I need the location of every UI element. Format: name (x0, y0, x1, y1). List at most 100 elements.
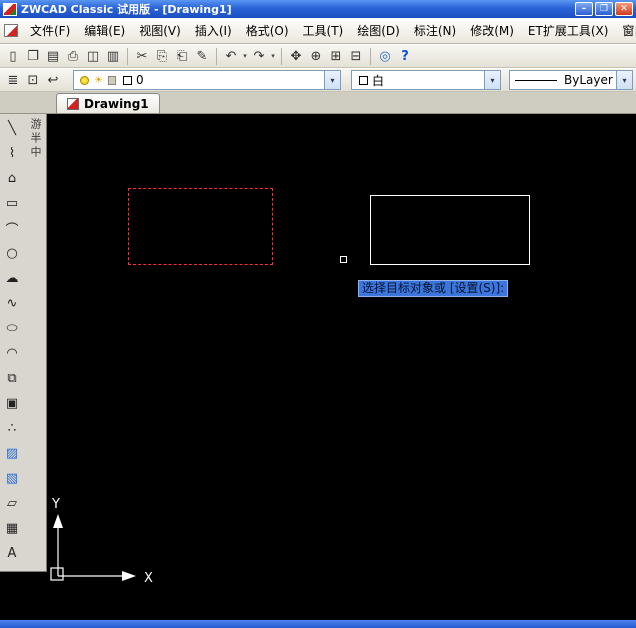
menu-insert[interactable]: 插入(I) (188, 19, 239, 42)
menu-bar: 文件(F) 编辑(E) 视图(V) 插入(I) 格式(O) 工具(T) 绘图(D… (0, 18, 636, 44)
redo-icon: ↷ (253, 48, 265, 64)
menu-dimension[interactable]: 标注(N) (407, 19, 463, 42)
minimize-button[interactable]: – (575, 2, 593, 16)
maximize-button[interactable]: ❐ (595, 2, 613, 16)
close-button[interactable]: ✕ (615, 2, 633, 16)
tab-drawing1[interactable]: Drawing1 (56, 93, 160, 113)
rectangle-button[interactable]: ▭ (1, 191, 23, 216)
zoom-previous-button[interactable]: ⊟ (346, 46, 366, 66)
selected-rectangle-object[interactable] (128, 188, 273, 265)
drawing-tab-bar: Drawing1 (0, 92, 636, 114)
linetype-dropdown-arrow[interactable]: ▾ (616, 71, 632, 89)
find-button[interactable]: ◎ (375, 46, 395, 66)
polyline-icon: ⌇ (8, 146, 16, 161)
menu-et-extended-tools[interactable]: ET扩展工具(X) (521, 19, 616, 42)
paste-button[interactable]: ⎗ (172, 46, 192, 66)
menu-modify[interactable]: 修改(M) (463, 19, 521, 42)
print-preview-icon: ◫ (86, 48, 100, 64)
circle-button[interactable]: ○ (1, 241, 23, 266)
undo-button[interactable]: ↶ (221, 46, 241, 66)
ucs-icon: Y X (50, 497, 153, 586)
insert-block-icon: ⧉ (7, 371, 17, 386)
undo-dropdown-arrow[interactable]: ▾ (241, 52, 249, 60)
layer-dropdown-arrow[interactable]: ▾ (324, 71, 340, 89)
line-button[interactable]: ╲ (1, 116, 23, 141)
menu-format[interactable]: 格式(O) (239, 19, 296, 42)
linetype-dropdown[interactable]: ByLayer ▾ (509, 70, 633, 90)
plot-button[interactable]: ⎙ (63, 46, 83, 66)
drawing-tab-icon (67, 97, 79, 110)
ucs-y-label: Y (51, 497, 60, 512)
zoom-realtime-button[interactable]: ⊕ (306, 46, 326, 66)
layer-previous-button[interactable]: ↩ (43, 70, 63, 90)
polygon-icon: ⌂ (7, 171, 17, 186)
new-file-button[interactable]: ▯ (3, 46, 23, 66)
paste-icon: ⎗ (176, 48, 188, 64)
zoom-realtime-icon: ⊕ (310, 48, 322, 64)
layer-states-button[interactable]: ⊡ (23, 70, 43, 90)
ellipse-button[interactable]: ⬭ (1, 316, 23, 341)
cut-button[interactable]: ✂ (132, 46, 152, 66)
ucs-x-label: X (144, 571, 153, 586)
help-button[interactable]: ? (395, 46, 415, 66)
current-color-swatch (359, 75, 368, 85)
layer-dropdown[interactable]: ☀ 0 ▾ (73, 70, 341, 90)
polygon-button[interactable]: ⌂ (1, 166, 23, 191)
menu-draw[interactable]: 绘图(D) (350, 19, 407, 42)
undo-icon: ↶ (225, 48, 237, 64)
arc-button[interactable]: ⌒ (1, 216, 23, 241)
docked-toolbar-strip: 游半中 (24, 114, 46, 571)
hatch-icon: ▨ (5, 446, 19, 461)
find-icon: ◎ (379, 48, 391, 64)
publish-icon: ▥ (106, 48, 120, 64)
layer-lock-icon (107, 75, 116, 85)
revcloud-button[interactable]: ☁ (1, 266, 23, 291)
linetype-preview-line (515, 79, 557, 81)
copy-icon: ⎘ (156, 48, 168, 64)
gradient-icon: ▧ (5, 471, 19, 486)
region-button[interactable]: ▱ (1, 491, 23, 516)
publish-button[interactable]: ▥ (103, 46, 123, 66)
redo-button[interactable]: ↷ (249, 46, 269, 66)
zoom-previous-icon: ⊟ (350, 48, 362, 64)
save-button[interactable]: ▤ (43, 46, 63, 66)
toolbar-separator (370, 47, 371, 65)
color-dropdown[interactable]: 白 ▾ (351, 70, 501, 90)
make-block-button[interactable]: ▣ (1, 391, 23, 416)
revcloud-icon: ☁ (5, 271, 19, 286)
region-icon: ▱ (7, 496, 17, 511)
insert-block-button[interactable]: ⧉ (1, 366, 23, 391)
menu-view[interactable]: 视图(V) (132, 19, 188, 42)
point-button[interactable]: ∴ (1, 416, 23, 441)
polyline-button[interactable]: ⌇ (1, 141, 23, 166)
hatch-button[interactable]: ▨ (1, 441, 23, 466)
layer-states-icon: ⊡ (27, 72, 39, 88)
menu-edit[interactable]: 编辑(E) (77, 19, 132, 42)
drawing-file-icon[interactable] (4, 24, 18, 37)
app-logo-icon[interactable] (3, 2, 17, 16)
spline-button[interactable]: ∿ (1, 291, 23, 316)
menu-tools[interactable]: 工具(T) (296, 19, 351, 42)
draw-toolbar: ╲ ⌇ ⌂ ▭ ⌒ ○ ☁ ∿ ⬭ ◠ ⧉ ▣ ∴ ▨ ▧ ▱ ▦ A 游半中 (0, 114, 47, 572)
menu-file[interactable]: 文件(F) (23, 19, 77, 42)
layer-freeze-icon: ☀ (94, 74, 103, 86)
gradient-button[interactable]: ▧ (1, 466, 23, 491)
print-preview-button[interactable]: ◫ (83, 46, 103, 66)
arc-icon: ⌒ (5, 223, 19, 238)
table-button[interactable]: ▦ (1, 516, 23, 541)
rectangle-object[interactable] (370, 195, 530, 265)
new-file-icon: ▯ (9, 48, 17, 64)
open-file-button[interactable]: ❐ (23, 46, 43, 66)
menu-window[interactable]: 窗口 (615, 19, 636, 42)
layers-manager-button[interactable]: ≣ (3, 70, 23, 90)
color-dropdown-arrow[interactable]: ▾ (484, 71, 500, 89)
ellipse-arc-button[interactable]: ◠ (1, 341, 23, 366)
match-properties-button[interactable]: ✎ (192, 46, 212, 66)
zoom-window-button[interactable]: ⊞ (326, 46, 346, 66)
app-window: ZWCAD Classic 试用版 - [Drawing1] – ❐ ✕ 文件(… (0, 0, 636, 628)
copy-button[interactable]: ⎘ (152, 46, 172, 66)
pan-button[interactable]: ✥ (286, 46, 306, 66)
command-prompt-tooltip: 选择目标对象或 [设置(S)]: (358, 280, 509, 297)
redo-dropdown-arrow[interactable]: ▾ (269, 52, 277, 60)
mtext-button[interactable]: A (1, 541, 23, 566)
